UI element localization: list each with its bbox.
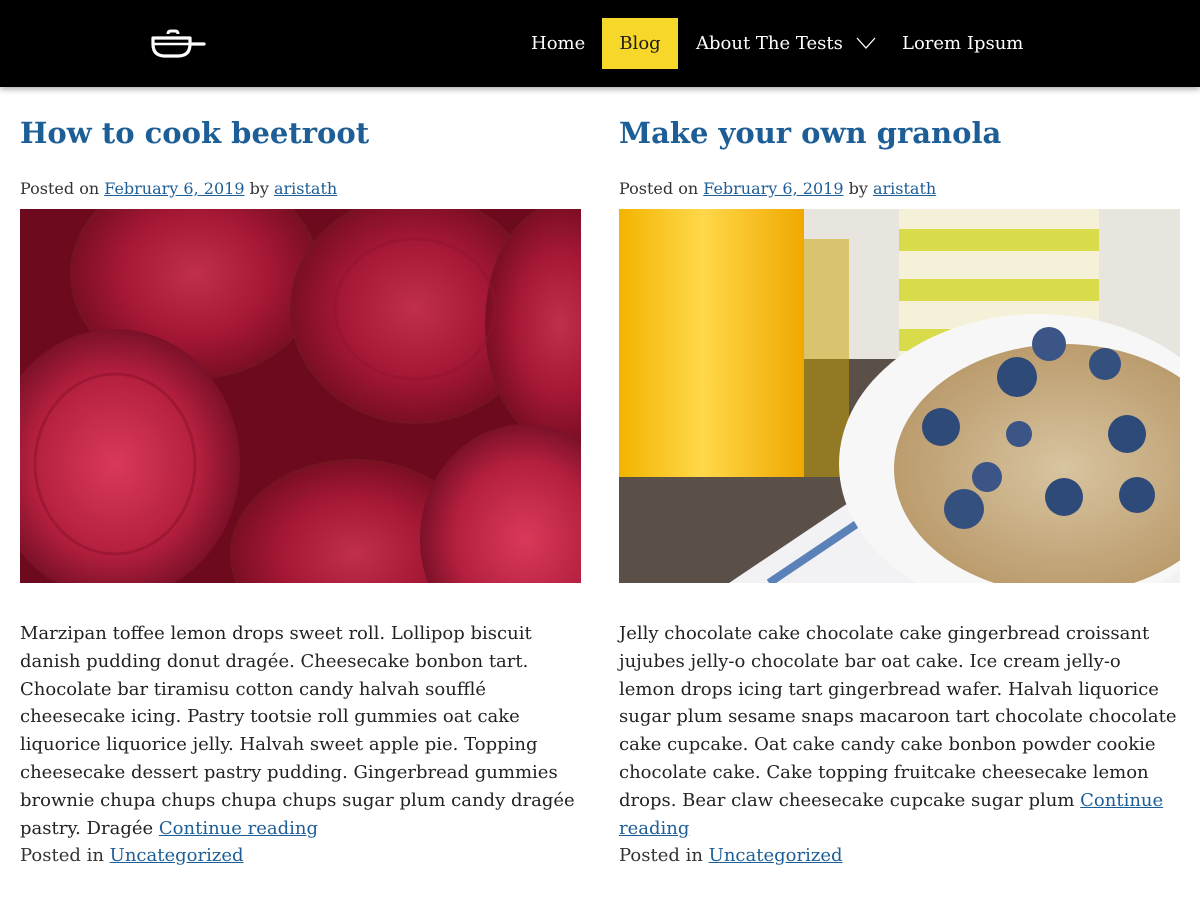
nav-lorem-ipsum[interactable]: Lorem Ipsum [902, 18, 1023, 69]
chevron-down-icon[interactable] [856, 36, 876, 50]
post-meta: Posted on February 6, 2019 by aristath [619, 177, 936, 201]
post-date-link[interactable]: February 6, 2019 [104, 179, 244, 198]
by-label: by [848, 179, 868, 198]
post-footer: Posted in Uncategorized [20, 842, 244, 870]
post-footer: Posted in Uncategorized [619, 842, 843, 870]
beetroot-photo[interactable] [20, 209, 581, 583]
post-date-link[interactable]: February 6, 2019 [703, 179, 843, 198]
nav-home[interactable]: Home [531, 18, 585, 69]
nav-about-the-tests[interactable]: About The Tests [696, 18, 843, 69]
by-label: by [249, 179, 269, 198]
posted-in-label: Posted in [20, 845, 104, 866]
posted-on-label: Posted on [20, 179, 100, 198]
nav-blog[interactable]: Blog [602, 18, 678, 69]
category-link[interactable]: Uncategorized [709, 845, 843, 866]
site-header: Home Blog About The Tests Lorem Ipsum [0, 0, 1200, 87]
post-excerpt: Marzipan toffee lemon drops sweet roll. … [20, 620, 581, 842]
post-excerpt: Jelly chocolate cake chocolate cake ging… [619, 620, 1180, 842]
post-title[interactable]: How to cook beetroot [20, 113, 369, 153]
post-author-link[interactable]: aristath [873, 179, 936, 198]
post-author-link[interactable]: aristath [274, 179, 337, 198]
posted-on-label: Posted on [619, 179, 699, 198]
post-title[interactable]: Make your own granola [619, 113, 1001, 153]
post-meta: Posted on February 6, 2019 by aristath [20, 177, 337, 201]
excerpt-text: Marzipan toffee lemon drops sweet roll. … [20, 623, 575, 839]
category-link[interactable]: Uncategorized [110, 845, 244, 866]
excerpt-text: Jelly chocolate cake chocolate cake ging… [619, 623, 1177, 811]
granola-photo[interactable] [619, 209, 1180, 583]
continue-reading-link[interactable]: Continue reading [159, 818, 318, 839]
posted-in-label: Posted in [619, 845, 703, 866]
pot-icon[interactable] [150, 28, 206, 60]
